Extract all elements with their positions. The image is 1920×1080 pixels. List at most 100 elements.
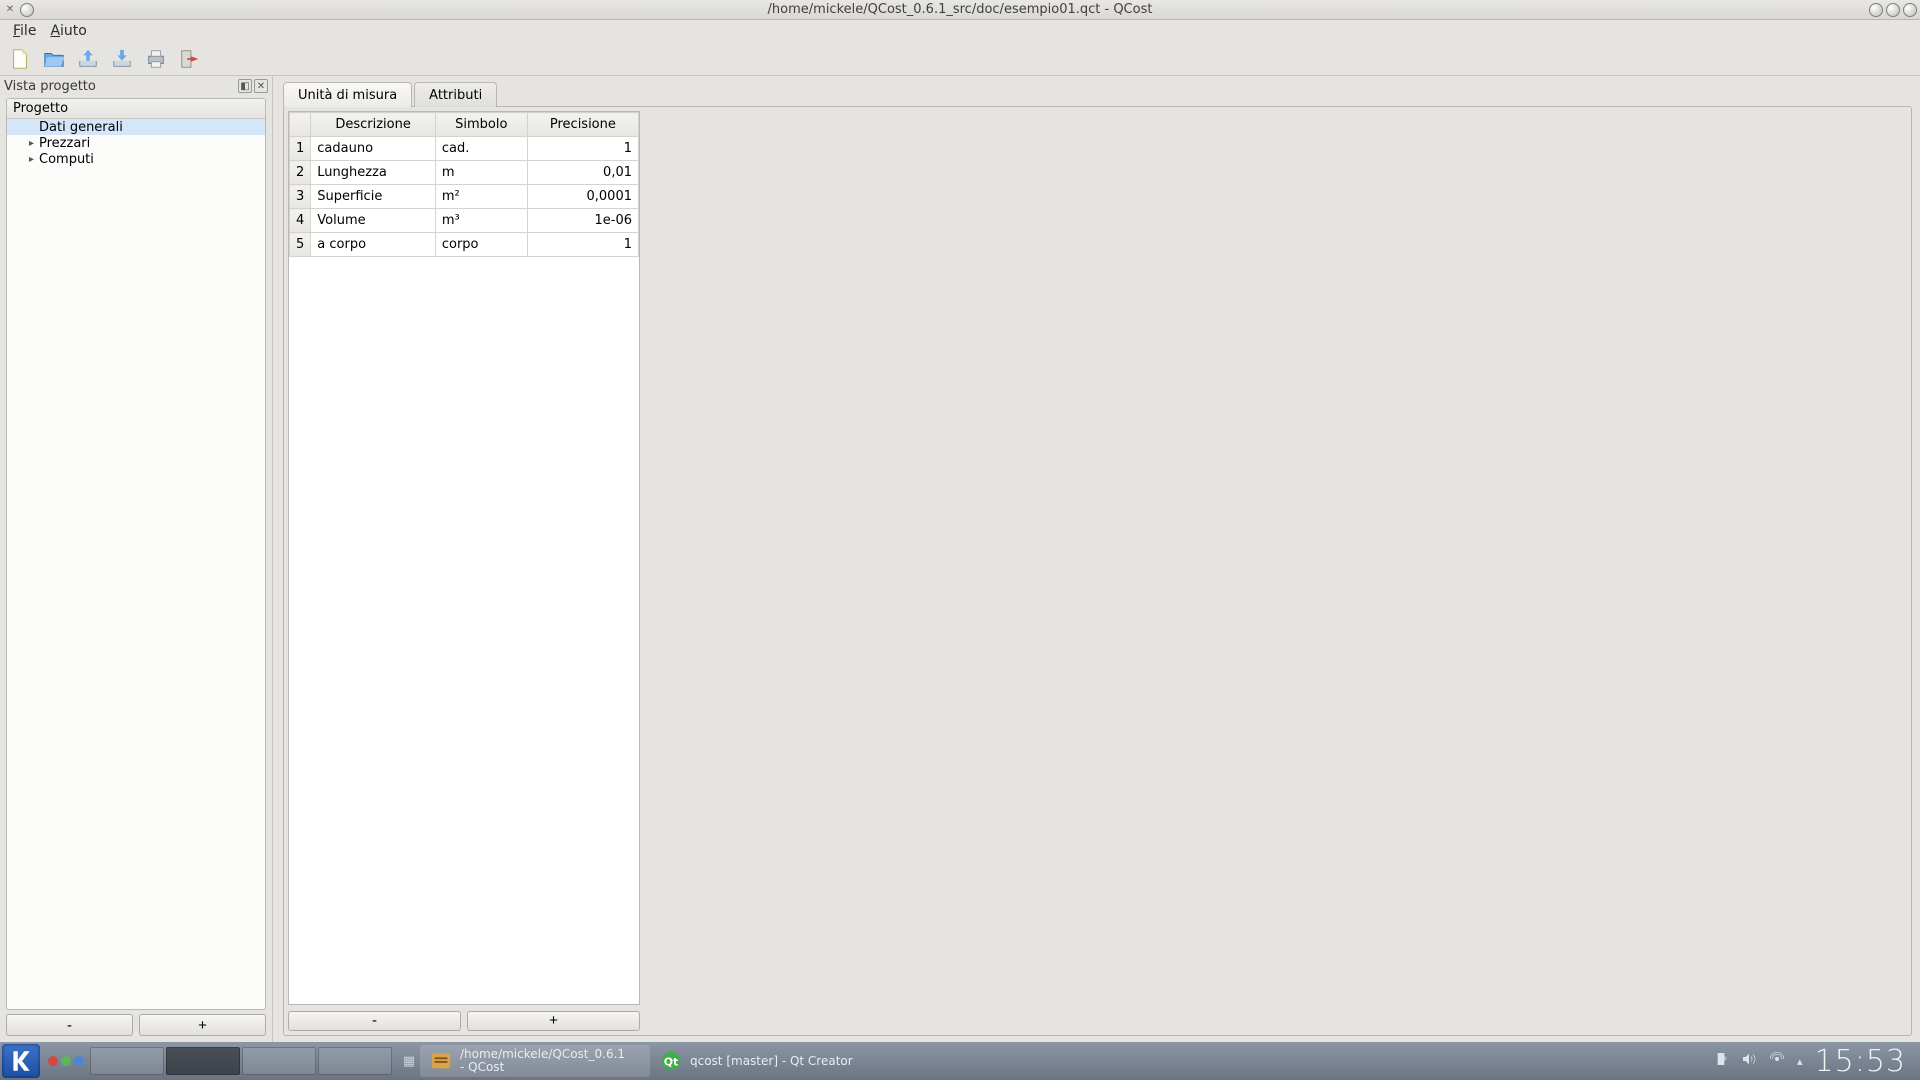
pager-desktop-1[interactable]	[90, 1047, 164, 1075]
row-header[interactable]: 2	[290, 161, 311, 185]
menubar: File Aiuto	[0, 20, 1920, 42]
print-button[interactable]	[142, 45, 170, 73]
svg-text:Qt: Qt	[664, 1056, 679, 1069]
tabbar: Unità di misura Attributi	[283, 80, 1912, 106]
table-row[interactable]: 5a corpocorpo1	[290, 233, 639, 257]
tree-node-label: Prezzari	[39, 136, 90, 151]
toolbar	[0, 42, 1920, 76]
row-header[interactable]: 1	[290, 137, 311, 161]
qcost-app-icon	[430, 1050, 452, 1072]
project-tree[interactable]: Progetto Dati generali▸Prezzari▸Computi	[6, 98, 266, 1010]
cell-simbolo[interactable]: m	[435, 161, 527, 185]
kde-taskbar: ▦ /home/mickele/QCost_0.6.1 - QCost Qt q…	[0, 1042, 1920, 1080]
dock-title-label: Vista progetto	[4, 79, 96, 94]
table-row[interactable]: 3Superficiem²0,0001	[290, 185, 639, 209]
row-add-button[interactable]: +	[467, 1011, 640, 1031]
tree-remove-button[interactable]: -	[6, 1014, 133, 1036]
import-icon	[77, 48, 99, 70]
cell-simbolo[interactable]: cad.	[435, 137, 527, 161]
row-header[interactable]: 5	[290, 233, 311, 257]
cell-descrizione[interactable]: Volume	[311, 209, 436, 233]
open-folder-button[interactable]	[40, 45, 68, 73]
clipboard-tray-icon[interactable]	[1713, 1051, 1729, 1071]
show-desktop-icon[interactable]: ▦	[398, 1054, 420, 1069]
pager-desktop-4[interactable]	[318, 1047, 392, 1075]
dock-close-icon[interactable]: ✕	[254, 79, 268, 93]
folder-open-icon	[43, 48, 65, 70]
menu-help[interactable]: Aiuto	[43, 21, 93, 41]
tree-add-button[interactable]: +	[139, 1014, 266, 1036]
window-close-icon[interactable]: ✕	[3, 3, 17, 17]
tab-panel: Descrizione Simbolo Precisione 1cadaunoc…	[283, 106, 1912, 1036]
import-button[interactable]	[74, 45, 102, 73]
new-file-button[interactable]	[6, 45, 34, 73]
tree-node[interactable]: Dati generali	[7, 119, 265, 135]
menu-file[interactable]: File	[6, 21, 43, 41]
tab-attributes[interactable]: Attributi	[414, 82, 497, 107]
cell-descrizione[interactable]: Superficie	[311, 185, 436, 209]
kmenu-button[interactable]	[2, 1044, 40, 1078]
units-table[interactable]: Descrizione Simbolo Precisione 1cadaunoc…	[288, 111, 640, 1005]
kde-logo-icon	[8, 1048, 34, 1074]
row-header[interactable]: 3	[290, 185, 311, 209]
desktop-pager[interactable]	[90, 1047, 392, 1075]
cell-descrizione[interactable]: Lunghezza	[311, 161, 436, 185]
tab-units[interactable]: Unità di misura	[283, 82, 412, 107]
export-icon	[111, 48, 133, 70]
table-row[interactable]: 4Volumem³1e-06	[290, 209, 639, 233]
dot-red-icon	[48, 1056, 58, 1066]
cell-simbolo[interactable]: m²	[435, 185, 527, 209]
table-row[interactable]: 2Lunghezzam0,01	[290, 161, 639, 185]
main-area: Vista progetto ◧ ✕ Progetto Dati general…	[0, 76, 1920, 1042]
cell-precisione[interactable]: 1	[527, 233, 638, 257]
dock-float-icon[interactable]: ◧	[238, 79, 252, 93]
cell-precisione[interactable]: 1e-06	[527, 209, 638, 233]
window-minimize-icon[interactable]	[1869, 3, 1883, 17]
cell-precisione[interactable]: 0,01	[527, 161, 638, 185]
cell-descrizione[interactable]: a corpo	[311, 233, 436, 257]
task-sublabel: - QCost	[460, 1061, 625, 1074]
window-titlebar: ✕ /home/mickele/QCost_0.6.1_src/doc/esem…	[0, 0, 1920, 20]
col-simbolo[interactable]: Simbolo	[435, 113, 527, 137]
volume-tray-icon[interactable]	[1741, 1051, 1757, 1071]
cell-descrizione[interactable]: cadauno	[311, 137, 436, 161]
content-pane: Unità di misura Attributi Descrizione Si…	[273, 76, 1920, 1042]
dot-green-icon	[61, 1056, 71, 1066]
network-tray-icon[interactable]	[1769, 1051, 1785, 1071]
row-header[interactable]: 4	[290, 209, 311, 233]
task-qcost[interactable]: /home/mickele/QCost_0.6.1 - QCost	[420, 1045, 650, 1077]
tree-node-label: Dati generali	[39, 120, 123, 135]
corner-header	[290, 113, 311, 137]
expand-icon: ▸	[29, 154, 39, 165]
export-button[interactable]	[108, 45, 136, 73]
cell-simbolo[interactable]: corpo	[435, 233, 527, 257]
exit-button[interactable]	[176, 45, 204, 73]
expand-icon: ▸	[29, 138, 39, 149]
task-label: qcost [master] - Qt Creator	[690, 1055, 853, 1068]
dock-title: Vista progetto ◧ ✕	[0, 76, 272, 96]
table-row[interactable]: 1cadaunocad.1	[290, 137, 639, 161]
new-file-icon	[9, 48, 31, 70]
pager-desktop-2[interactable]	[166, 1047, 240, 1075]
window-maximize-icon[interactable]	[1886, 3, 1900, 17]
printer-icon	[145, 48, 167, 70]
tree-header: Progetto	[7, 99, 265, 119]
window-close-right-icon[interactable]	[1903, 3, 1917, 17]
tree-node[interactable]: ▸Prezzari	[7, 135, 265, 151]
dot-blue-icon	[74, 1056, 84, 1066]
col-precisione[interactable]: Precisione	[527, 113, 638, 137]
cell-precisione[interactable]: 0,0001	[527, 185, 638, 209]
taskbar-clock[interactable]: 15:53	[1815, 1044, 1906, 1079]
exit-icon	[179, 48, 201, 70]
cell-precisione[interactable]: 1	[527, 137, 638, 161]
row-remove-button[interactable]: -	[288, 1011, 461, 1031]
system-tray: ▴ 15:53	[1713, 1044, 1920, 1079]
tray-expand-icon[interactable]: ▴	[1797, 1055, 1803, 1068]
tree-node[interactable]: ▸Computi	[7, 151, 265, 167]
cell-simbolo[interactable]: m³	[435, 209, 527, 233]
task-qtcreator[interactable]: Qt qcost [master] - Qt Creator	[650, 1045, 880, 1077]
col-descrizione[interactable]: Descrizione	[311, 113, 436, 137]
pager-desktop-3[interactable]	[242, 1047, 316, 1075]
activity-dots[interactable]	[48, 1056, 84, 1066]
window-control-icon[interactable]	[20, 3, 34, 17]
